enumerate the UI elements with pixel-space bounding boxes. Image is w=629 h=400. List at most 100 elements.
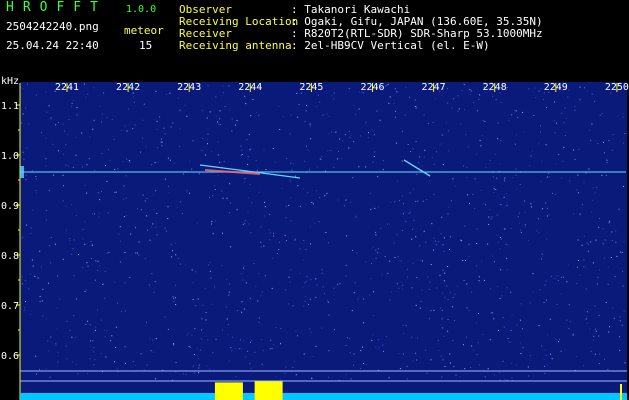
noise-pixel (469, 93, 471, 95)
noise-pixel (499, 204, 501, 206)
noise-pixel (474, 178, 476, 180)
noise-pixel (353, 353, 355, 355)
noise-pixel (399, 200, 400, 202)
noise-pixel (286, 158, 288, 159)
noise-pixel (593, 335, 595, 337)
noise-pixel (585, 267, 587, 269)
noise-pixel (476, 354, 478, 356)
noise-pixel (303, 353, 305, 355)
noise-pixel (365, 166, 367, 168)
noise-pixel (554, 132, 556, 134)
noise-pixel (304, 296, 306, 298)
noise-pixel (504, 378, 506, 380)
noise-pixel (25, 107, 27, 109)
noise-pixel (81, 132, 83, 134)
noise-pixel (82, 238, 84, 240)
noise-pixel (515, 168, 517, 170)
noise-pixel (271, 287, 273, 289)
noise-pixel (416, 359, 418, 361)
noise-pixel (39, 368, 40, 370)
noise-pixel (327, 376, 329, 378)
noise-pixel (506, 204, 508, 206)
noise-pixel (492, 255, 494, 257)
noise-pixel (26, 83, 28, 85)
noise-pixel (207, 339, 209, 341)
noise-pixel (360, 135, 362, 137)
noise-pixel (523, 131, 525, 133)
noise-pixel (354, 282, 356, 284)
noise-pixel (269, 239, 271, 241)
noise-pixel (59, 298, 61, 300)
noise-pixel (268, 229, 270, 231)
noise-pixel (214, 287, 216, 289)
noise-pixel (288, 276, 290, 278)
noise-pixel (466, 283, 468, 285)
noise-pixel (306, 275, 308, 277)
noise-pixel (440, 233, 442, 235)
noise-pixel (271, 257, 273, 259)
noise-pixel (93, 364, 95, 366)
noise-pixel (139, 151, 141, 153)
noise-pixel (90, 340, 91, 342)
noise-pixel (133, 96, 134, 98)
noise-pixel (562, 160, 564, 162)
noise-pixel (146, 321, 147, 323)
noise-pixel (228, 85, 230, 87)
noise-pixel (310, 332, 312, 333)
noise-pixel (612, 134, 614, 136)
noise-pixel (49, 119, 51, 121)
noise-pixel (595, 239, 597, 241)
noise-pixel (135, 252, 137, 254)
noise-pixel (116, 191, 117, 193)
noise-pixel (457, 95, 459, 97)
noise-pixel (415, 140, 417, 142)
noise-pixel (212, 233, 214, 235)
noise-pixel (89, 136, 91, 138)
noise-pixel (110, 340, 112, 342)
noise-pixel (22, 236, 24, 238)
noise-pixel (270, 339, 272, 341)
noise-pixel (554, 193, 556, 195)
noise-pixel (624, 362, 626, 364)
noise-pixel (454, 320, 456, 322)
noise-pixel (421, 289, 423, 291)
noise-pixel (492, 312, 494, 314)
noise-pixel (87, 373, 89, 375)
noise-pixel (545, 144, 547, 146)
noise-pixel (297, 185, 299, 187)
noise-pixel (94, 358, 96, 360)
noise-pixel (219, 161, 221, 163)
noise-pixel (231, 130, 233, 132)
noise-pixel (587, 250, 589, 252)
noise-pixel (35, 192, 37, 194)
noise-pixel (43, 314, 44, 316)
noise-pixel (138, 254, 140, 256)
noise-pixel (126, 158, 128, 160)
noise-pixel (510, 330, 512, 331)
noise-pixel (143, 103, 145, 105)
noise-pixel (192, 282, 194, 284)
noise-pixel (30, 232, 32, 234)
noise-pixel (86, 192, 88, 194)
noise-pixel (554, 101, 556, 103)
noise-pixel (119, 240, 121, 242)
noise-pixel (57, 351, 59, 353)
noise-pixel (495, 153, 497, 155)
noise-pixel (497, 286, 499, 288)
noise-pixel (594, 353, 596, 355)
noise-pixel (226, 197, 228, 199)
noise-pixel (544, 365, 545, 367)
noise-pixel (396, 91, 398, 93)
noise-pixel (31, 259, 33, 261)
noise-pixel (516, 188, 518, 190)
noise-pixel (504, 180, 505, 182)
noise-pixel (62, 200, 64, 202)
noise-pixel (69, 330, 71, 331)
noise-pixel (319, 197, 321, 198)
noise-pixel (175, 254, 177, 256)
noise-pixel (85, 96, 87, 98)
noise-pixel (294, 238, 296, 240)
noise-pixel (99, 105, 101, 107)
noise-pixel (608, 331, 610, 333)
noise-pixel (489, 209, 491, 211)
